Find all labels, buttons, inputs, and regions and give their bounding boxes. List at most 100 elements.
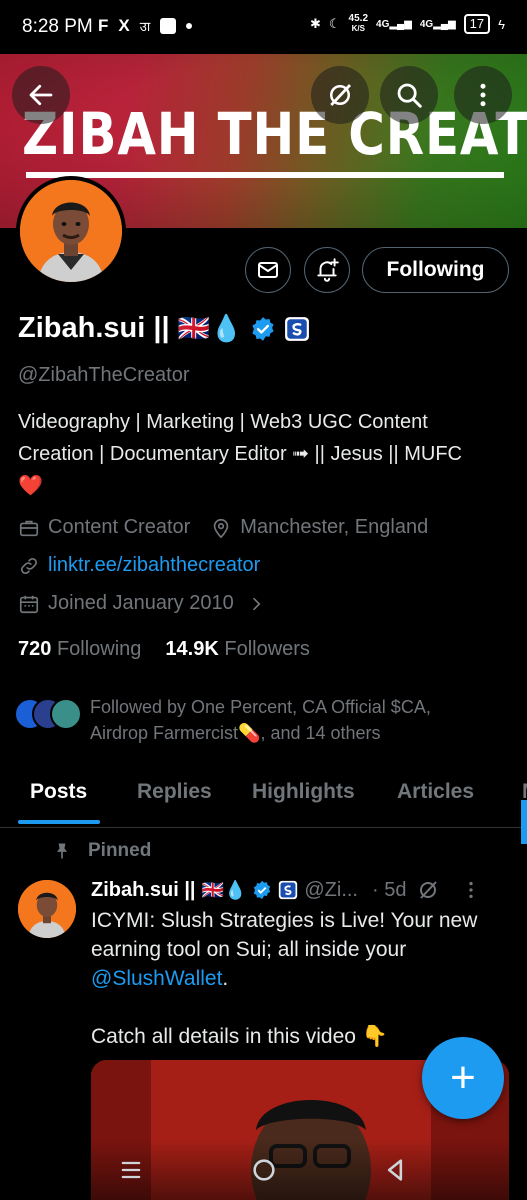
bluetooth-icon: ✱ <box>309 16 321 31</box>
following-label: Following <box>56 638 142 660</box>
post-more-icon[interactable] <box>460 879 482 901</box>
app-square-icon <box>160 18 177 34</box>
followers-label: Followers <box>224 638 310 660</box>
post-text-line-2: earning tool on Sui; all inside your <box>91 938 407 961</box>
scrollbar-thumb[interactable] <box>521 800 527 844</box>
bio-line-1: Videography | Marketing | Web3 UGC Conte… <box>18 411 428 433</box>
followed-by[interactable]: Followed by One Percent, CA Official $CA… <box>14 694 510 746</box>
tab-posts[interactable]: Posts <box>30 780 87 804</box>
followers-count[interactable]: 14.9K Followers <box>165 638 310 661</box>
post-header: Zibah.sui || 🇬🇧💧 @Zi... · 5d <box>91 878 482 902</box>
bio-line-2: Creation | Documentary Editor ➟ || Jesus… <box>18 443 462 465</box>
following-count[interactable]: 720 Following <box>18 638 141 661</box>
tab-articles[interactable]: Articles <box>397 780 474 804</box>
meta-link-row: linktr.ee/zibahthecreator <box>18 554 260 577</box>
plus-icon: + <box>450 1053 476 1102</box>
compose-post-button[interactable]: + <box>422 1037 504 1119</box>
followed-by-avatars <box>14 694 84 734</box>
following-button[interactable]: Following <box>362 247 509 293</box>
status-time: 8:28 PM <box>22 16 93 37</box>
briefcase-icon <box>19 520 39 536</box>
net-speed: 45.2 K/S <box>349 14 368 34</box>
notification-icons: F X उा <box>98 16 193 36</box>
search-icon <box>397 83 422 108</box>
profile-handle: @ZibahTheCreator <box>18 364 190 386</box>
recent-apps-icon[interactable] <box>117 1156 145 1184</box>
message-button[interactable] <box>245 247 291 293</box>
signal-2-icon: 4G▂▄▆ <box>419 18 456 30</box>
banner-underline <box>26 172 504 178</box>
charging-icon: ϟ <box>498 16 505 32</box>
signal-2-label: 4G <box>419 18 434 30</box>
post-mention-link[interactable]: @SlushWallet <box>91 967 222 990</box>
meta-joined-row[interactable]: Joined January 2010 <box>18 592 266 615</box>
post-verified-badge-icon <box>254 880 271 900</box>
more-options-button[interactable] <box>454 66 512 124</box>
tab-highlights[interactable]: Highlights <box>252 780 355 804</box>
post-author-emojis: 🇬🇧💧 <box>201 879 247 900</box>
grok-button[interactable] <box>311 66 369 124</box>
profile-category: Content Creator <box>48 516 191 538</box>
profile-tabs: Posts Replies Highlights Articles M <box>0 768 527 828</box>
affiliate-badge-icon[interactable] <box>284 316 310 342</box>
profile-name-row: Zibah.sui || 🇬🇧💧 <box>18 312 310 345</box>
follow-counts: 720 Following 14.9K Followers <box>18 638 310 661</box>
bell-plus-icon <box>317 258 339 282</box>
following-number: 720 <box>18 638 52 660</box>
more-notifications-icon <box>186 23 193 29</box>
post-avatar-illustration <box>18 880 76 938</box>
followers-number: 14.9K <box>165 638 219 660</box>
active-tab-indicator <box>18 820 100 824</box>
location-pin-icon <box>214 518 229 538</box>
avatar-illustration <box>20 180 122 282</box>
follower-avatar-3 <box>50 698 82 730</box>
profile-joined: Joined January 2010 <box>48 592 234 614</box>
profile-name: Zibah.sui || <box>18 312 170 344</box>
signal-1-label: 4G <box>376 18 390 30</box>
meta-category-location: Content Creator Manchester, England <box>18 516 428 539</box>
profile-website-link[interactable]: linktr.ee/zibahthecreator <box>48 554 260 577</box>
moon-icon: ☾ <box>328 16 341 31</box>
calendar-icon <box>19 595 39 613</box>
grok-icon <box>330 84 352 106</box>
notify-button[interactable] <box>304 247 350 293</box>
post-body: ICYMI: Slush Strategies is Live! Your ne… <box>91 906 511 1051</box>
app-f-icon: F <box>98 16 109 35</box>
tab-replies[interactable]: Replies <box>137 780 212 804</box>
system-navigation-bar <box>0 1140 527 1200</box>
back-button[interactable] <box>12 66 70 124</box>
post-text-line-1: ICYMI: Slush Strategies is Live! Your ne… <box>91 909 478 932</box>
followed-by-line-2: Airdrop Farmercist💊, and 14 others <box>90 723 381 743</box>
system-icons: ✱ ☾ 45.2 K/S 4G▂▄▆ 4G▂▄▆ 17 ϟ <box>310 14 505 34</box>
bio-line-3: ❤️ <box>18 475 43 497</box>
pinned-label: Pinned <box>88 840 152 861</box>
post-text-line-3: @SlushWallet. <box>91 964 511 993</box>
post-grok-icon[interactable] <box>416 878 440 902</box>
battery-indicator: 17 <box>463 14 491 34</box>
net-speed-value: 45.2 <box>348 13 369 24</box>
profile-location: Manchester, England <box>240 516 429 538</box>
post-author-name[interactable]: Zibah.sui || <box>91 879 196 902</box>
home-icon[interactable] <box>250 1156 278 1184</box>
search-button[interactable] <box>380 66 438 124</box>
followed-by-text: Followed by One Percent, CA Official $CA… <box>90 694 510 746</box>
status-bar: 8:28 PM F X उा ✱ ☾ 45.2 K/S 4G▂▄▆ 4G▂▄▆ … <box>0 0 527 54</box>
profile-avatar[interactable] <box>16 176 126 286</box>
app-hindi-icon: उा <box>139 19 151 34</box>
profile-bio: Videography | Marketing | Web3 UGC Conte… <box>18 406 513 502</box>
post-author-handle: @Zi... <box>304 878 358 901</box>
signal-1-icon: 4G▂▄▆ <box>376 18 412 30</box>
pin-icon <box>57 843 67 859</box>
link-icon <box>20 557 38 574</box>
post-author-avatar[interactable] <box>18 880 76 938</box>
verified-badge-icon[interactable] <box>250 316 276 342</box>
avatar-image <box>20 180 122 282</box>
net-speed-unit: K/S <box>351 24 365 33</box>
post-affiliate-badge-icon <box>279 880 298 900</box>
back-arrow-icon <box>29 84 53 106</box>
name-emojis: 🇬🇧💧 <box>177 313 243 343</box>
followed-by-line-1: Followed by One Percent, CA Official $CA… <box>90 697 431 717</box>
back-nav-icon[interactable] <box>381 1156 409 1184</box>
more-vertical-icon <box>480 83 486 107</box>
